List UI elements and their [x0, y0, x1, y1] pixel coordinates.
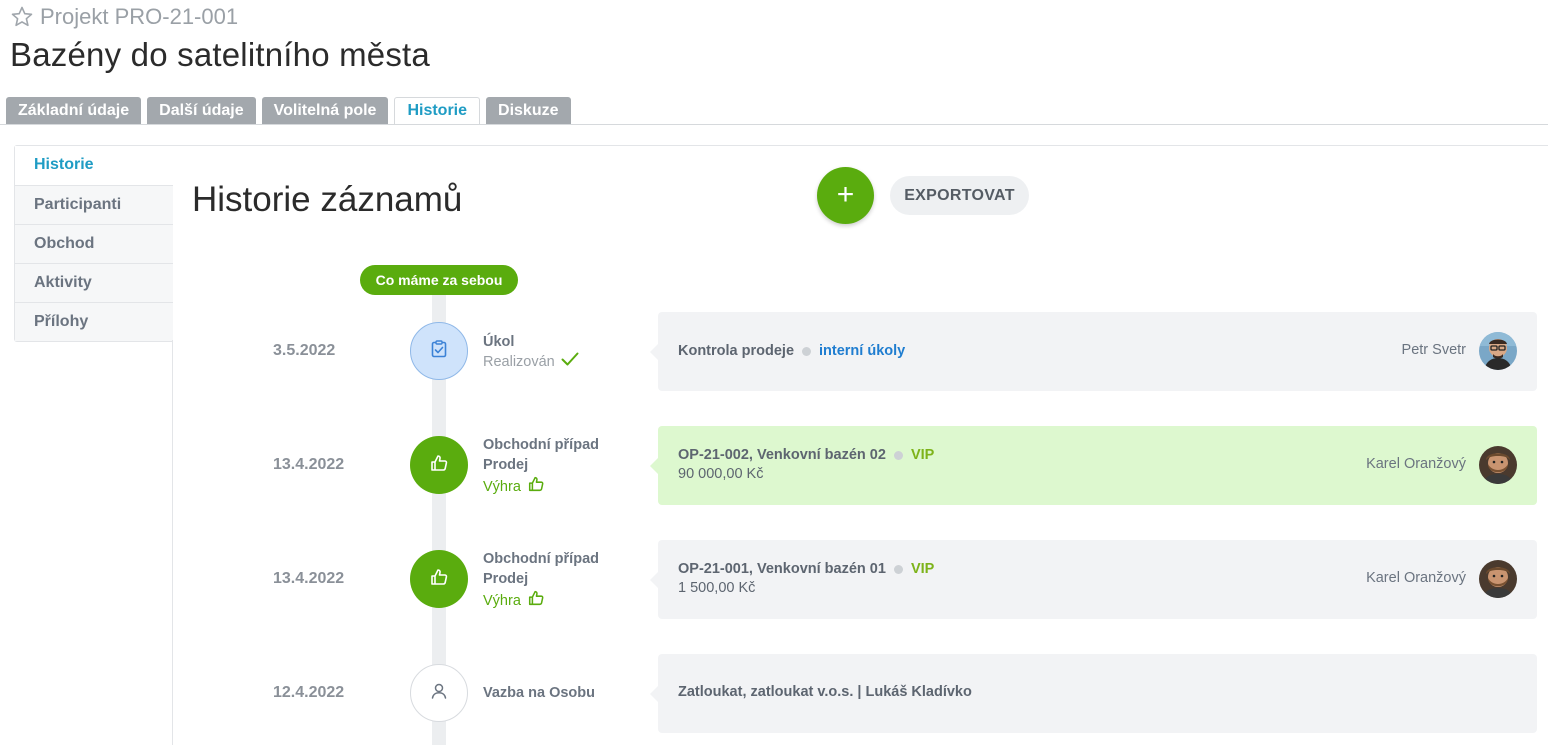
person-icon [430, 682, 448, 705]
project-header: Projekt PRO-21-001 [10, 4, 238, 30]
card-value: 90 000,00 Kč [678, 466, 764, 482]
row-status: Realizován [483, 352, 579, 372]
card-user: Petr Svetr [1401, 342, 1466, 358]
card-main: Zatloukat, zatloukat v.o.s. | Lukáš Klad… [678, 684, 972, 700]
card-title: OP-21-002, Venkovní bazén 02 [678, 447, 886, 463]
status-text: Výhra [483, 479, 521, 495]
row-subtype: Prodej [483, 571, 529, 587]
row-date: 12.4.2022 [273, 684, 345, 701]
person-node [410, 664, 468, 722]
card-value: 1 500,00 Kč [678, 580, 756, 596]
checkmark-icon [561, 352, 579, 372]
row-type: Obchodní případ [483, 437, 599, 453]
row-info: Vazba na Osobu [483, 683, 595, 703]
row-subtype: Prodej [483, 457, 529, 473]
tab-diskuze[interactable]: Diskuze [486, 97, 571, 125]
timeline-section-label: Co máme za sebou [360, 265, 518, 295]
card-main: Kontrola prodeje interní úkoly [678, 343, 905, 359]
card-title: Zatloukat, zatloukat v.o.s. | Lukáš Klad… [678, 684, 972, 700]
task-check-icon [429, 339, 449, 364]
sidenav-item-participanti[interactable]: Participanti [15, 185, 173, 224]
history-card[interactable]: OP-21-002, Venkovní bazén 02 VIP 90 000,… [650, 426, 1537, 505]
star-icon[interactable] [10, 5, 34, 29]
thumbs-up-icon [429, 567, 449, 592]
tabs-divider [0, 124, 1548, 125]
avatar [1479, 446, 1517, 484]
card-user: Karel Oranžový [1366, 456, 1466, 472]
status-text: Výhra [483, 593, 521, 609]
row-type: Vazba na Osobu [483, 685, 595, 701]
row-date: 3.5.2022 [273, 342, 336, 359]
card-main: OP-21-001, Venkovní bazén 01 VIP [678, 561, 934, 577]
card-title: OP-21-001, Venkovní bazén 01 [678, 561, 886, 577]
history-card[interactable]: OP-21-001, Venkovní bazén 01 VIP 1 500,0… [650, 540, 1537, 619]
project-code: Projekt PRO-21-001 [40, 4, 239, 29]
tab-bar: Základní údaje Další údaje Volitelná pol… [6, 97, 571, 125]
history-row: 12.4.2022 Vazba na Osobu Zatloukat, zatl… [0, 654, 1548, 734]
avatar [1479, 560, 1517, 598]
content-top-border [172, 145, 1548, 146]
row-info: Obchodní případ Prodej Výhra [483, 435, 599, 499]
history-row: 3.5.2022 Úkol Realizován Kontrola prodej… [0, 312, 1548, 392]
thumbs-up-icon [429, 453, 449, 478]
history-row: 13.4.2022 Obchodní případ Prodej Výhra O… [0, 540, 1548, 620]
card-tag: VIP [910, 561, 935, 577]
tab-historie[interactable]: Historie [394, 97, 481, 125]
row-date: 13.4.2022 [273, 570, 345, 587]
sidenav-item-historie[interactable]: Historie [15, 146, 173, 185]
status-text: Realizován [483, 354, 555, 370]
row-info: Úkol Realizován [483, 332, 579, 372]
history-row: 13.4.2022 Obchodní případ Prodej Výhra O… [0, 426, 1548, 506]
card-tag: VIP [910, 447, 935, 463]
add-record-button[interactable]: + [817, 167, 874, 224]
card-title: Kontrola prodeje [678, 343, 795, 359]
deal-node [410, 550, 468, 608]
row-status: Výhra [483, 589, 599, 613]
sidenav-item-obchod[interactable]: Obchod [15, 224, 173, 263]
row-date: 13.4.2022 [273, 456, 345, 473]
card-user: Karel Oranžový [1366, 570, 1466, 586]
row-status: Výhra [483, 475, 599, 499]
thumbs-up-icon [527, 589, 545, 613]
history-title: Historie záznamů [192, 180, 463, 219]
task-node [410, 322, 468, 380]
tab-dalsi-udaje[interactable]: Další údaje [147, 97, 256, 125]
tab-volitelna-pole[interactable]: Volitelná pole [261, 97, 389, 125]
export-button[interactable]: EXPORTOVAT [890, 176, 1029, 215]
deal-node [410, 436, 468, 494]
separator-dot [802, 346, 812, 356]
thumbs-up-icon [527, 475, 545, 499]
separator-dot [893, 564, 903, 574]
row-type: Obchodní případ [483, 551, 599, 567]
page-title: Bazény do satelitního města [10, 36, 430, 73]
history-card[interactable]: Zatloukat, zatloukat v.o.s. | Lukáš Klad… [650, 654, 1537, 733]
history-card[interactable]: Kontrola prodeje interní úkoly Petr Svet… [650, 312, 1537, 391]
card-main: OP-21-002, Venkovní bazén 02 VIP [678, 447, 934, 463]
card-tag-link[interactable]: interní úkoly [819, 343, 905, 359]
tab-zakladni-udaje[interactable]: Základní údaje [6, 97, 142, 125]
row-info: Obchodní případ Prodej Výhra [483, 549, 599, 613]
avatar [1479, 332, 1517, 370]
separator-dot [893, 450, 903, 460]
row-type: Úkol [483, 334, 515, 350]
sidenav-item-aktivity[interactable]: Aktivity [15, 263, 173, 302]
